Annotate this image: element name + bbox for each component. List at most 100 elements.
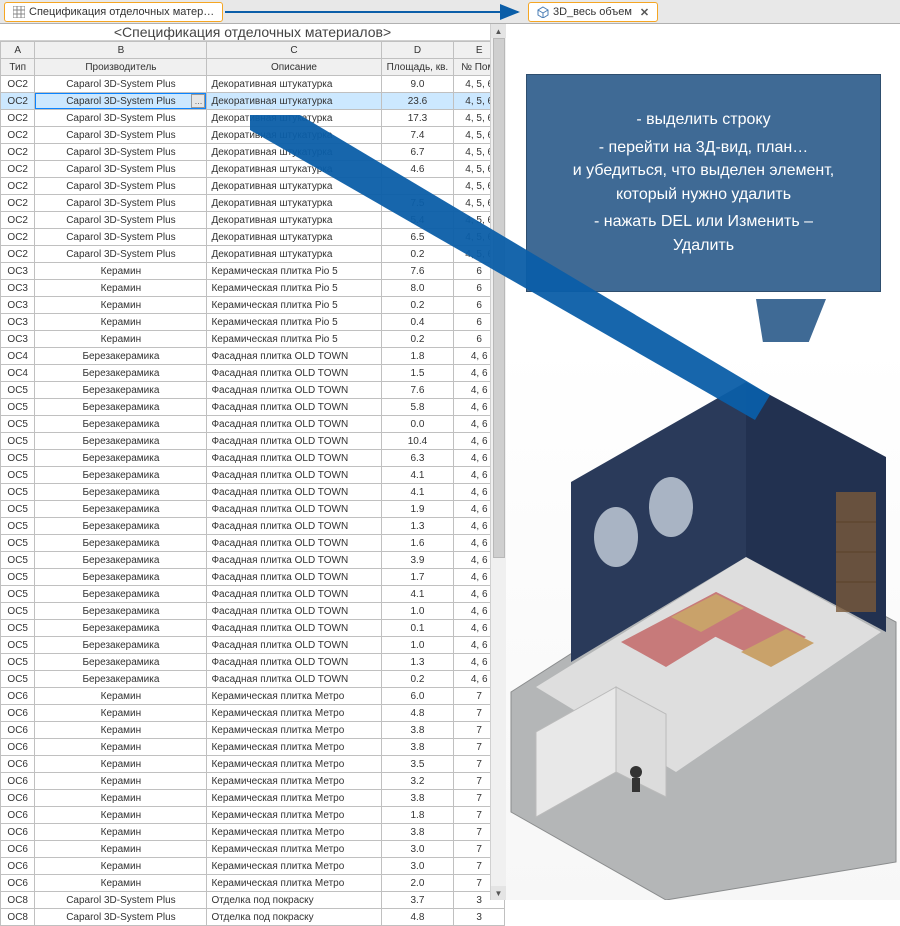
table-cell[interactable]: 1.3 (381, 654, 454, 671)
table-cell[interactable]: 0.2 (381, 671, 454, 688)
table-cell[interactable]: Фасадная плитка OLD TOWN (207, 365, 381, 382)
table-cell[interactable]: Керамин (35, 280, 207, 297)
table-cell[interactable]: 4.1 (381, 484, 454, 501)
table-cell[interactable]: Фасадная плитка OLD TOWN (207, 654, 381, 671)
table-cell[interactable]: Березакерамика (35, 671, 207, 688)
table-row[interactable]: ОС6КераминКерамическая плитка Метро3.57 (1, 756, 505, 773)
table-cell[interactable]: 1.0 (381, 637, 454, 654)
table-cell[interactable]: Caparol 3D-System Plus (35, 161, 207, 178)
table-cell[interactable]: 9.0 (381, 76, 454, 93)
col-header[interactable]: Производитель (35, 59, 207, 76)
table-cell[interactable]: ОС2 (1, 212, 35, 229)
table-cell[interactable]: 1.6 (381, 535, 454, 552)
table-cell[interactable]: 3.5 (381, 756, 454, 773)
table-row[interactable]: ОС5БерезакерамикаФасадная плитка OLD TOW… (1, 433, 505, 450)
table-cell[interactable]: Керамин (35, 824, 207, 841)
table-cell[interactable]: ОС5 (1, 654, 35, 671)
table-row[interactable]: ОС5БерезакерамикаФасадная плитка OLD TOW… (1, 535, 505, 552)
table-row[interactable]: ОС5БерезакерамикаФасадная плитка OLD TOW… (1, 416, 505, 433)
table-row[interactable]: ОС4БерезакерамикаФасадная плитка OLD TOW… (1, 365, 505, 382)
table-cell[interactable]: 1.8 (381, 348, 454, 365)
table-cell[interactable]: Березакерамика (35, 654, 207, 671)
table-row[interactable]: ОС2Caparol 3D-System PlusДекоративная шт… (1, 178, 505, 195)
table-cell[interactable]: 7.5 (381, 195, 454, 212)
table-cell[interactable]: 4.8 (381, 705, 454, 722)
table-cell[interactable]: Фасадная плитка OLD TOWN (207, 450, 381, 467)
table-cell[interactable]: Caparol 3D-System Plus (35, 212, 207, 229)
table-cell[interactable]: Caparol 3D-System Plus (35, 909, 207, 926)
table-cell[interactable]: 10.4 (381, 433, 454, 450)
table-cell[interactable]: 0.2 (381, 297, 454, 314)
table-cell[interactable]: Керамическая плитка Метро (207, 722, 381, 739)
table-cell[interactable]: Керамическая плитка Pio 5 (207, 297, 381, 314)
table-cell[interactable]: 4.8 (381, 909, 454, 926)
table-cell[interactable]: Caparol 3D-System Plus (35, 110, 207, 127)
table-row[interactable]: ОС5БерезакерамикаФасадная плитка OLD TOW… (1, 501, 505, 518)
table-cell[interactable]: Керамическая плитка Метро (207, 773, 381, 790)
table-row[interactable]: ОС6КераминКерамическая плитка Метро3.87 (1, 790, 505, 807)
table-cell[interactable]: 6.0 (381, 688, 454, 705)
table-cell[interactable]: 1.8 (381, 807, 454, 824)
table-row[interactable]: ОС5БерезакерамикаФасадная плитка OLD TOW… (1, 552, 505, 569)
table-cell[interactable]: ОС3 (1, 314, 35, 331)
table-cell[interactable]: Декоративная штукатурка (207, 212, 381, 229)
table-cell[interactable]: 3.9 (381, 552, 454, 569)
table-row[interactable]: ОС5БерезакерамикаФасадная плитка OLD TOW… (1, 654, 505, 671)
table-cell[interactable]: Березакерамика (35, 552, 207, 569)
table-cell[interactable]: Декоративная штукатурка (207, 229, 381, 246)
table-cell[interactable]: Фасадная плитка OLD TOWN (207, 484, 381, 501)
schedule-table[interactable]: A B C D E Тип Производитель Описание Пло… (0, 41, 505, 926)
table-row[interactable]: ОС6КераминКерамическая плитка Метро3.87 (1, 722, 505, 739)
table-cell[interactable]: ОС5 (1, 433, 35, 450)
table-cell[interactable]: Березакерамика (35, 518, 207, 535)
table-row[interactable]: ОС8Caparol 3D-System PlusОтделка под пок… (1, 892, 505, 909)
table-row[interactable]: ОС2Caparol 3D-System PlusДекоративная шт… (1, 229, 505, 246)
table-cell[interactable]: Caparol 3D-System Plus (35, 144, 207, 161)
table-cell[interactable]: 2.0 (381, 875, 454, 892)
table-cell[interactable]: Керамин (35, 314, 207, 331)
table-cell[interactable]: Caparol 3D-System Plus (35, 892, 207, 909)
table-cell[interactable]: Декоративная штукатурка (207, 161, 381, 178)
table-cell[interactable]: 3 (454, 909, 505, 926)
table-cell[interactable]: Caparol 3D-System Plus… (35, 93, 207, 110)
table-cell[interactable]: ОС3 (1, 297, 35, 314)
table-cell[interactable]: Керамическая плитка Pio 5 (207, 263, 381, 280)
table-row[interactable]: ОС6КераминКерамическая плитка Метро4.87 (1, 705, 505, 722)
table-cell[interactable]: Керамическая плитка Pio 5 (207, 331, 381, 348)
table-cell[interactable]: ОС5 (1, 450, 35, 467)
table-cell[interactable]: ОС6 (1, 858, 35, 875)
table-cell[interactable]: Caparol 3D-System Plus (35, 195, 207, 212)
tab-schedule[interactable]: Спецификация отделочных матер… (4, 2, 223, 22)
table-cell[interactable]: Керамин (35, 807, 207, 824)
table-cell[interactable]: Березакерамика (35, 399, 207, 416)
table-cell[interactable]: 3.2 (381, 773, 454, 790)
tab-3d-view[interactable]: 3D_весь объем ✕ (528, 2, 658, 22)
table-cell[interactable]: ОС6 (1, 688, 35, 705)
table-cell[interactable]: Керамическая плитка Метро (207, 739, 381, 756)
table-cell[interactable]: ОС6 (1, 705, 35, 722)
table-cell[interactable]: Керамин (35, 722, 207, 739)
table-cell[interactable]: ОС3 (1, 263, 35, 280)
table-cell[interactable]: 3.0 (381, 858, 454, 875)
table-cell[interactable]: Декоративная штукатурка (207, 127, 381, 144)
table-cell[interactable]: ОС5 (1, 467, 35, 484)
table-cell[interactable]: ОС5 (1, 637, 35, 654)
col-header[interactable]: Описание (207, 59, 381, 76)
table-row[interactable]: ОС6КераминКерамическая плитка Метро1.87 (1, 807, 505, 824)
table-cell[interactable]: 6.5 (381, 229, 454, 246)
table-cell[interactable]: 1.0 (381, 603, 454, 620)
table-cell[interactable]: ОС5 (1, 382, 35, 399)
table-cell[interactable]: Керамин (35, 841, 207, 858)
table-row[interactable]: ОС6КераминКерамическая плитка Метро3.87 (1, 824, 505, 841)
col-letter[interactable]: A (1, 42, 35, 59)
table-cell[interactable]: Фасадная плитка OLD TOWN (207, 637, 381, 654)
table-cell[interactable]: Керамин (35, 297, 207, 314)
table-cell[interactable]: Фасадная плитка OLD TOWN (207, 586, 381, 603)
table-cell[interactable]: 6.3 (381, 450, 454, 467)
table-row[interactable]: ОС5БерезакерамикаФасадная плитка OLD TOW… (1, 637, 505, 654)
scroll-up-icon[interactable]: ▲ (491, 24, 506, 38)
table-cell[interactable]: 1.7 (381, 569, 454, 586)
table-row[interactable]: ОС3КераминКерамическая плитка Pio 50.26 (1, 331, 505, 348)
table-cell[interactable]: Березакерамика (35, 467, 207, 484)
table-row[interactable]: ОС6КераминКерамическая плитка Метро3.07 (1, 841, 505, 858)
